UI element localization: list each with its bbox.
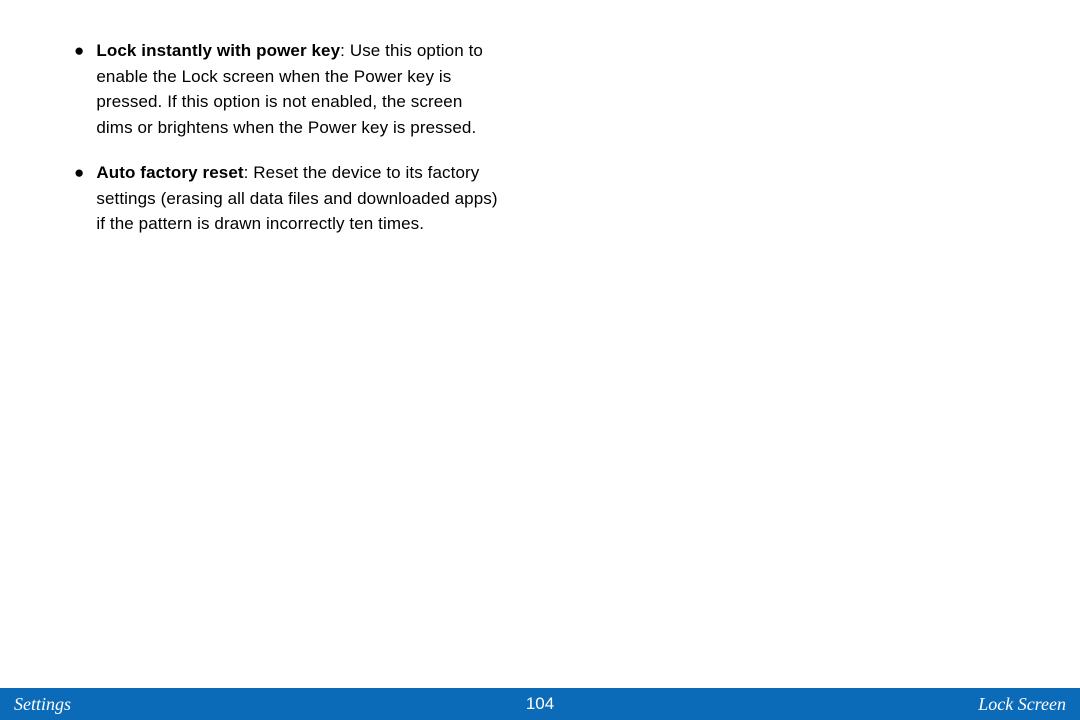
list-item: ● Auto factory reset: Reset the device t… (60, 160, 500, 237)
list-item-text: Auto factory reset: Reset the device to … (96, 160, 500, 237)
page-footer: Settings 104 Lock Screen (0, 688, 1080, 720)
page-content: ● Lock instantly with power key: Use thi… (0, 0, 560, 237)
bullet-icon: ● (74, 38, 84, 140)
list-item: ● Lock instantly with power key: Use thi… (60, 38, 500, 140)
list-item-title: Lock instantly with power key (96, 41, 340, 60)
footer-topic-label: Lock Screen (978, 694, 1066, 715)
list-item-text: Lock instantly with power key: Use this … (96, 38, 500, 140)
page-number: 104 (526, 694, 554, 714)
footer-section-label: Settings (14, 694, 71, 715)
bullet-icon: ● (74, 160, 84, 237)
list-item-title: Auto factory reset (96, 163, 243, 182)
